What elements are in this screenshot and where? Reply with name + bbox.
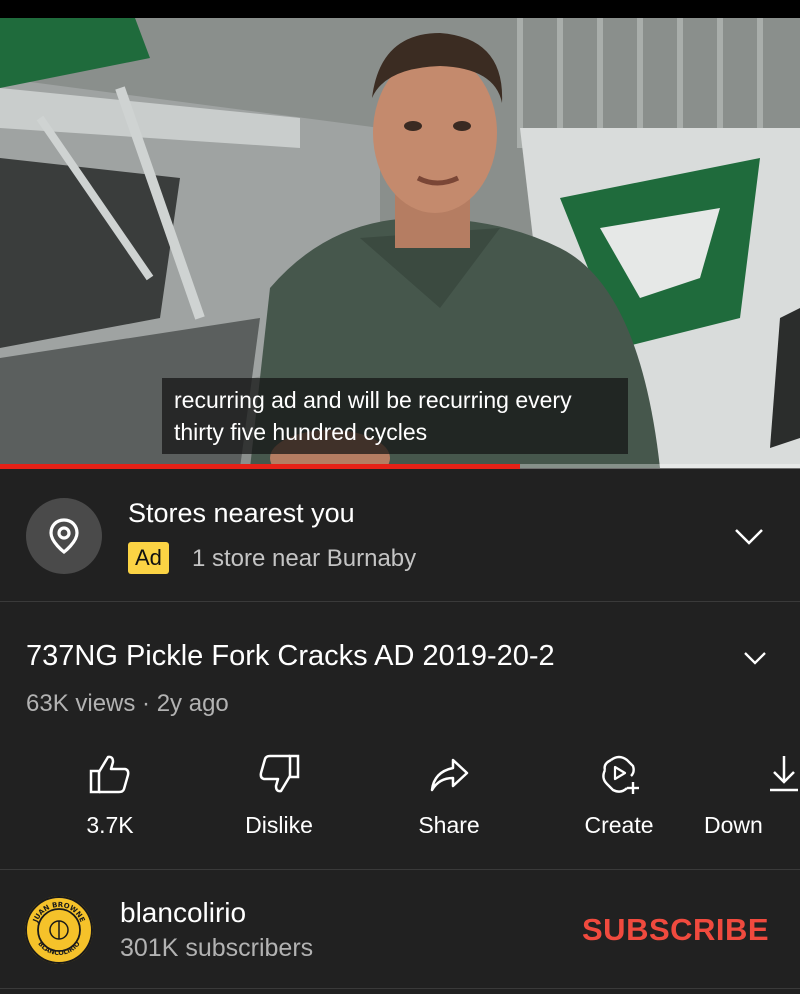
caption-box: recurring ad and will be recurring every… [162, 378, 628, 454]
subscribe-button[interactable]: SUBSCRIBE [582, 912, 769, 948]
download-icon [770, 756, 798, 792]
divider [0, 869, 800, 870]
create-label: Create [584, 812, 654, 838]
location-pin-icon [26, 498, 102, 574]
thumbs-up-icon [89, 755, 130, 794]
share-icon [430, 758, 469, 792]
caption-line: thirty five hundred cycles [174, 419, 428, 445]
like-count: 3.7K [86, 812, 134, 838]
dislike-label: Dislike [245, 812, 313, 838]
ad-title: Stores nearest you [128, 498, 355, 528]
ad-badge: Ad [128, 542, 169, 574]
share-label: Share [418, 812, 480, 838]
video-title[interactable]: 737NG Pickle Fork Cracks AD 2019-20-2 [26, 640, 555, 673]
progress-fill [0, 464, 520, 469]
caption-line: recurring ad and will be recurring every [174, 387, 572, 413]
like-button[interactable]: 3.7K [40, 752, 180, 848]
ad-subtitle: 1 store near Burnaby [192, 545, 417, 572]
download-label: Down [704, 812, 763, 838]
chevron-down-icon[interactable] [742, 646, 768, 670]
video-meta: 63K views · 2y ago [26, 690, 229, 717]
progress-bar[interactable] [0, 464, 800, 469]
dislike-button[interactable]: Dislike [209, 752, 349, 848]
channel-avatar[interactable]: JUAN BROWNE BLANCOLIRIO [24, 895, 94, 965]
create-icon [602, 755, 639, 794]
divider [0, 988, 800, 989]
share-button[interactable]: Share [379, 752, 519, 848]
ad-card[interactable]: Stores nearest you Ad 1 store near Burna… [0, 470, 800, 602]
subscriber-count: 301K subscribers [120, 934, 314, 962]
thumbs-down-icon [259, 754, 300, 793]
channel-name[interactable]: blancolirio [120, 897, 246, 929]
download-button[interactable]: Down [694, 752, 800, 848]
create-button[interactable]: Create [549, 752, 689, 848]
chevron-down-icon[interactable] [732, 520, 766, 554]
video-player[interactable]: recurring ad and will be recurring every… [0, 18, 800, 468]
status-bar [0, 0, 800, 18]
